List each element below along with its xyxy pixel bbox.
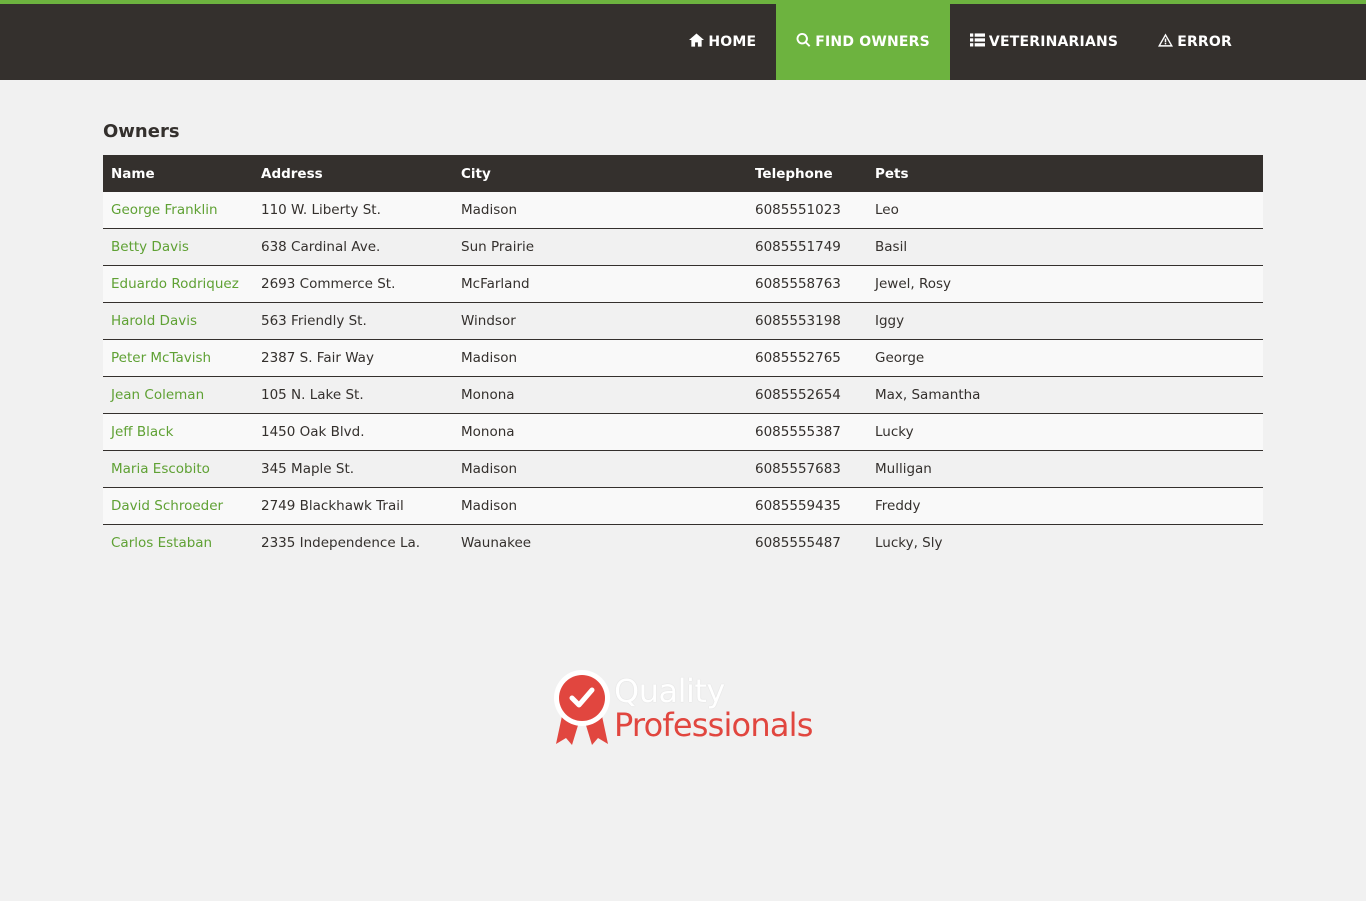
owner-name-link[interactable]: Maria Escobito	[111, 461, 210, 477]
cell-pets: Lucky	[867, 413, 1263, 451]
table-row: Maria Escobito 345 Maple St. Madison 608555…	[103, 450, 1263, 488]
cell-telephone: 6085551749	[747, 228, 867, 266]
cell-city: Madison	[453, 487, 747, 525]
page-title: Owners	[103, 121, 180, 142]
cell-name: Betty Davis	[103, 228, 253, 266]
nav-veterinarians-label: VETERINARIANS	[988, 34, 1119, 50]
cell-pets: Freddy	[867, 487, 1263, 525]
main-content: Owners Name Address City Telephone Pets …	[103, 120, 1263, 561]
cell-telephone: 6085552765	[747, 339, 867, 377]
search-icon	[796, 32, 815, 51]
owner-name-link[interactable]: Jeff Black	[111, 424, 173, 440]
logo-text-professionals: Professionals	[614, 706, 813, 744]
cell-telephone: 6085553198	[747, 302, 867, 340]
nav-veterinarians[interactable]: VETERINARIANS	[950, 4, 1138, 80]
owner-name-link[interactable]: Carlos Estaban	[111, 535, 212, 551]
cell-address: 1450 Oak Blvd.	[253, 413, 453, 451]
home-icon	[689, 33, 708, 51]
owner-name-link[interactable]: Peter McTavish	[111, 350, 211, 366]
table-row: Jean Coleman 105 N. Lake St. Monona 6085552…	[103, 376, 1263, 414]
cell-pets: Basil	[867, 228, 1263, 266]
nav-find-owners[interactable]: FIND OWNERS	[776, 4, 950, 80]
column-header-telephone: Telephone	[747, 155, 867, 192]
warning-icon	[1158, 33, 1177, 51]
owner-name-link[interactable]: Betty Davis	[111, 239, 189, 255]
column-header-address: Address	[253, 155, 453, 192]
cell-city: Windsor	[453, 302, 747, 340]
navbar: HOME FIND OWNERS VETERINARIANS ERROR	[0, 4, 1366, 80]
cell-address: 110 W. Liberty St.	[253, 192, 453, 229]
table-row: Harold Davis 563 Friendly St. Windsor 60855…	[103, 302, 1263, 340]
owner-name-link[interactable]: George Franklin	[111, 202, 218, 218]
owners-table: Name Address City Telephone Pets George …	[103, 155, 1263, 561]
column-header-name: Name	[103, 155, 253, 192]
table-row: Betty Davis 638 Cardinal Ave. Sun Prairie 6…	[103, 228, 1263, 266]
cell-address: 2387 S. Fair Way	[253, 339, 453, 377]
cell-city: Waunakee	[453, 524, 747, 561]
cell-name: Eduardo Rodriquez	[103, 265, 253, 303]
cell-telephone: 6085555387	[747, 413, 867, 451]
cell-telephone: 6085555487	[747, 524, 867, 561]
cell-city: Sun Prairie	[453, 228, 747, 266]
cell-pets: Mulligan	[867, 450, 1263, 488]
cell-pets: Iggy	[867, 302, 1263, 340]
cell-telephone: 6085558763	[747, 265, 867, 303]
cell-city: Monona	[453, 413, 747, 451]
owner-name-link[interactable]: Eduardo Rodriquez	[111, 276, 239, 292]
cell-name: Jeff Black	[103, 413, 253, 451]
cell-name: Carlos Estaban	[103, 524, 253, 561]
owner-name-link[interactable]: Jean Coleman	[111, 387, 204, 403]
table-row: Peter McTavish 2387 S. Fair Way Madison 608…	[103, 339, 1263, 377]
table-row: Carlos Estaban 2335 Independence La. Wauna…	[103, 524, 1263, 561]
table-row: Eduardo Rodriquez 2693 Commerce St. McFarl…	[103, 265, 1263, 303]
cell-name: Jean Coleman	[103, 376, 253, 414]
nav-home-label: HOME	[708, 34, 757, 50]
cell-telephone: 6085552654	[747, 376, 867, 414]
cell-telephone: 6085557683	[747, 450, 867, 488]
cell-city: McFarland	[453, 265, 747, 303]
cell-name: George Franklin	[103, 192, 253, 229]
owner-name-link[interactable]: Harold Davis	[111, 313, 197, 329]
cell-city: Madison	[453, 192, 747, 229]
ribbon-check-icon	[554, 670, 610, 745]
nav-home[interactable]: HOME	[669, 4, 776, 80]
owner-name-link[interactable]: David Schroeder	[111, 498, 223, 514]
logo-text-quality: Quality	[614, 672, 725, 710]
nav-find-owners-label: FIND OWNERS	[815, 34, 930, 50]
cell-pets: Lucky, Sly	[867, 524, 1263, 561]
cell-address: 563 Friendly St.	[253, 302, 453, 340]
cell-name: Harold Davis	[103, 302, 253, 340]
nav-error[interactable]: ERROR	[1138, 4, 1252, 80]
cell-city: Madison	[453, 450, 747, 488]
cell-address: 2693 Commerce St.	[253, 265, 453, 303]
column-header-pets: Pets	[867, 155, 1263, 192]
cell-pets: George	[867, 339, 1263, 377]
table-row: Jeff Black 1450 Oak Blvd. Monona 6085555387…	[103, 413, 1263, 451]
table-header-row: Name Address City Telephone Pets	[103, 155, 1263, 192]
column-header-city: City	[453, 155, 747, 192]
cell-address: 345 Maple St.	[253, 450, 453, 488]
cell-name: David Schroeder	[103, 487, 253, 525]
cell-address: 2749 Blackhawk Trail	[253, 487, 453, 525]
cell-pets: Jewel, Rosy	[867, 265, 1263, 303]
cell-city: Monona	[453, 376, 747, 414]
cell-pets: Max, Samantha	[867, 376, 1263, 414]
cell-pets: Leo	[867, 192, 1263, 229]
cell-city: Madison	[453, 339, 747, 377]
list-icon	[969, 33, 989, 51]
cell-telephone: 6085559435	[747, 487, 867, 525]
cell-address: 2335 Independence La.	[253, 524, 453, 561]
table-row: George Franklin 110 W. Liberty St. Madison…	[103, 192, 1263, 229]
cell-address: 638 Cardinal Ave.	[253, 228, 453, 266]
cell-name: Peter McTavish	[103, 339, 253, 377]
nav-error-label: ERROR	[1177, 34, 1232, 50]
cell-telephone: 6085551023	[747, 192, 867, 229]
main-nav: HOME FIND OWNERS VETERINARIANS ERROR	[669, 4, 1252, 80]
cell-address: 105 N. Lake St.	[253, 376, 453, 414]
cell-name: Maria Escobito	[103, 450, 253, 488]
quality-professionals-logo: Quality Professionals	[552, 670, 824, 746]
table-row: David Schroeder 2749 Blackhawk Trail Madis…	[103, 487, 1263, 525]
